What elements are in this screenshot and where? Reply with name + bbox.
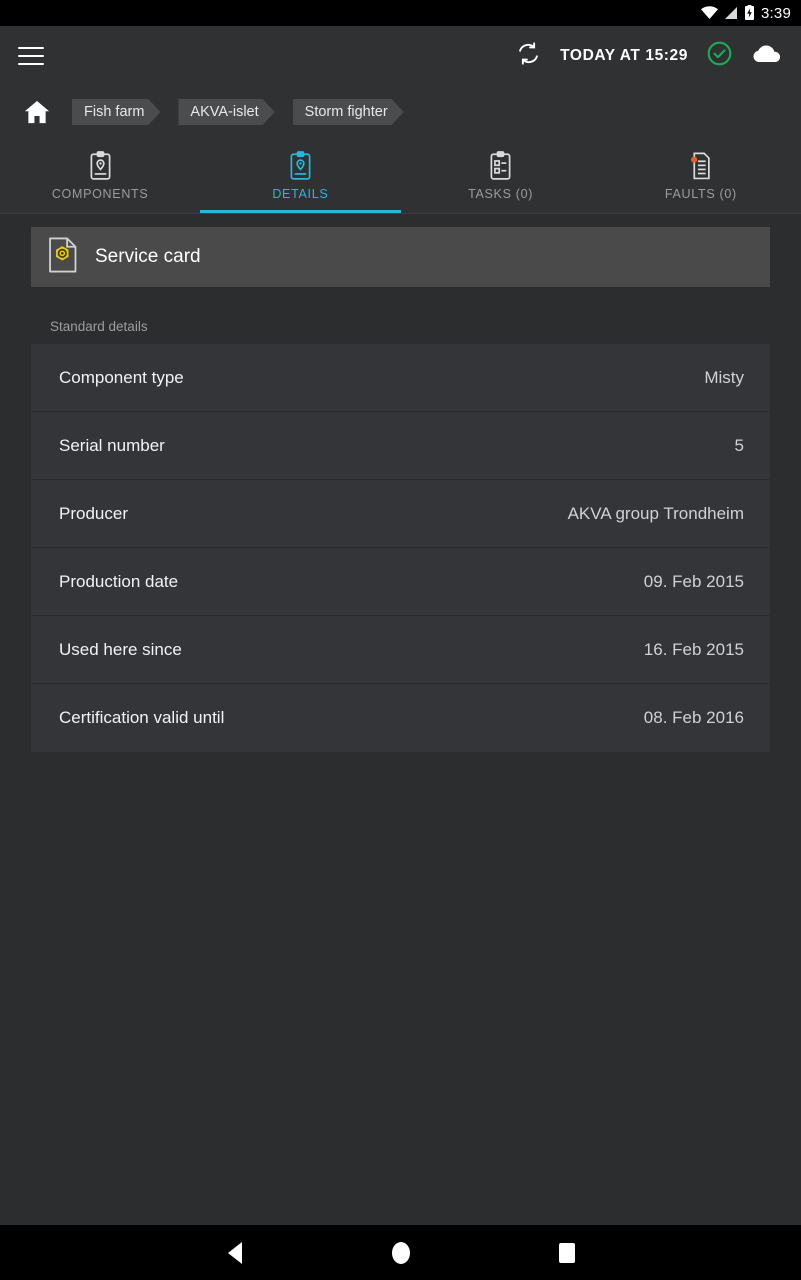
clipboard-pin-icon [287,150,314,181]
cloud-icon[interactable] [751,42,783,71]
tab-tasks[interactable]: TASKS (0) [401,138,601,213]
breadcrumb-item-label: Fish farm [84,104,145,120]
tab-components[interactable]: COMPONENTS [0,138,200,213]
sync-icon[interactable] [515,40,542,72]
tab-faults[interactable]: FAULTS (0) [601,138,801,213]
tab-label: COMPONENTS [51,186,149,201]
active-tab-indicator [200,210,401,213]
service-card-label: Service card [95,246,201,267]
android-nav-bar [0,1225,801,1280]
details-list: Component type Misty Serial number 5 Pro… [0,344,801,752]
table-row[interactable]: Production date 09. Feb 2015 [31,548,770,616]
app-screen: 3:39 TODAY AT 15:29 Fish farm AKVA-islet… [0,0,801,1280]
detail-key: Used here since [59,639,182,659]
app-bar: TODAY AT 15:29 [0,26,801,86]
breadcrumb-item-0[interactable]: Fish farm [72,99,160,125]
breadcrumb-item-1[interactable]: AKVA-islet [178,99,274,125]
detail-key: Production date [59,571,179,591]
detail-key: Component type [59,367,184,387]
tab-label: DETAILS [272,186,329,201]
cellular-signal-icon [724,6,738,20]
tab-bar: COMPONENTS DETAILS TASKS (0) FAULTS (0) [0,138,801,214]
recents-nav-icon[interactable] [545,1231,589,1275]
status-bar: 3:39 [0,0,801,26]
clipboard-checklist-icon [487,150,514,181]
table-row[interactable]: Used here since 16. Feb 2015 [31,616,770,684]
tab-label: TASKS (0) [468,186,534,201]
app-bar-actions: TODAY AT 15:29 [515,40,783,72]
service-card-banner[interactable]: Service card [31,227,770,287]
table-row[interactable]: Serial number 5 [31,412,770,480]
status-bar-clock: 3:39 [761,4,791,22]
section-label: Standard details [50,319,148,334]
back-nav-icon[interactable] [213,1231,257,1275]
breadcrumb-item-label: Storm fighter [304,104,388,120]
breadcrumb: Fish farm AKVA-islet Storm fighter [0,86,801,138]
table-row[interactable]: Certification valid until 08. Feb 2016 [31,684,770,752]
clipboard-pin-icon [87,150,114,181]
tab-label: FAULTS (0) [664,186,737,201]
breadcrumb-item-2[interactable]: Storm fighter [293,99,404,125]
detail-value: AKVA group Trondheim [567,503,744,523]
battery-charging-icon [744,5,755,21]
table-row[interactable]: Producer AKVA group Trondheim [31,480,770,548]
sync-timestamp: TODAY AT 15:29 [560,47,688,64]
detail-value: 09. Feb 2015 [643,571,744,591]
detail-key: Producer [59,503,128,523]
tab-details[interactable]: DETAILS [200,138,401,213]
detail-key: Certification valid until [59,708,225,727]
check-circle-icon[interactable] [706,40,733,72]
detail-key: Serial number [59,435,165,455]
detail-value: 08. Feb 2016 [643,708,744,727]
details-content: Service card Standard details Component … [0,227,801,1237]
hamburger-menu-icon[interactable] [18,47,44,65]
document-alert-icon [687,151,714,181]
table-row[interactable]: Component type Misty [31,344,770,412]
home-icon[interactable] [22,98,52,126]
document-gear-icon [47,237,79,278]
home-nav-icon[interactable] [379,1231,423,1275]
detail-value: Misty [704,367,744,387]
breadcrumb-item-label: AKVA-islet [190,104,259,120]
detail-value: 5 [734,435,744,455]
detail-value: 16. Feb 2015 [643,639,744,659]
wifi-icon [701,6,718,20]
